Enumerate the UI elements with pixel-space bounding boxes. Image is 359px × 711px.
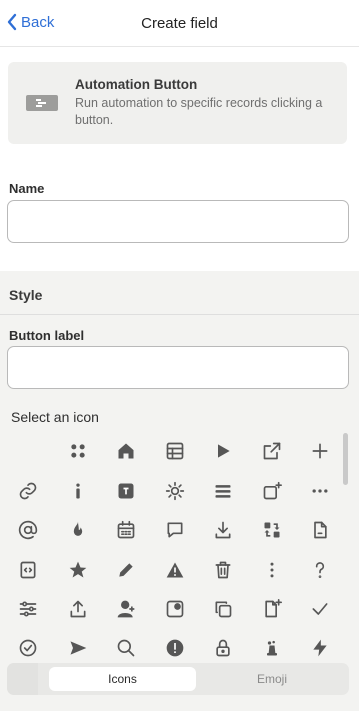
- link-icon[interactable]: [13, 476, 43, 506]
- square-record-icon[interactable]: [160, 594, 190, 624]
- divider: [0, 314, 359, 315]
- automation-button-icon: [26, 95, 58, 111]
- upload-icon[interactable]: [63, 594, 93, 624]
- user-plus-icon[interactable]: [111, 594, 141, 624]
- chat-icon[interactable]: [160, 515, 190, 545]
- download-icon[interactable]: [208, 515, 238, 545]
- calendar-icon[interactable]: [111, 515, 141, 545]
- selected-icon-preview: [7, 663, 38, 695]
- document-icon[interactable]: [305, 515, 335, 545]
- automation-description: Run automation to specific records click…: [75, 96, 323, 127]
- name-field[interactable]: [7, 200, 349, 243]
- hat-icon[interactable]: [257, 633, 287, 661]
- star-icon[interactable]: [63, 555, 93, 585]
- icon-grid-panel[interactable]: [0, 433, 359, 661]
- automation-title: Automation Button: [75, 77, 198, 92]
- fire-icon[interactable]: [63, 515, 93, 545]
- send-icon[interactable]: [63, 633, 93, 661]
- external-link-icon[interactable]: [257, 436, 287, 466]
- automation-button-card: Automation Button Run automation to spec…: [8, 62, 347, 144]
- trash-icon[interactable]: [208, 555, 238, 585]
- home-icon[interactable]: [111, 436, 141, 466]
- app-box-icon[interactable]: [111, 476, 141, 506]
- copy-icon[interactable]: [208, 594, 238, 624]
- check-icon[interactable]: [305, 594, 335, 624]
- lock-icon[interactable]: [208, 633, 238, 661]
- select-icon-label: Select an icon: [11, 409, 99, 425]
- plus-icon[interactable]: [305, 436, 335, 466]
- question-icon[interactable]: [305, 555, 335, 585]
- sliders-icon[interactable]: [13, 594, 43, 624]
- info-i-icon[interactable]: [63, 476, 93, 506]
- vertical-dots-icon[interactable]: [257, 555, 287, 585]
- icon-type-tabs: Icons Emoji: [7, 663, 349, 695]
- icon-scrollbar[interactable]: [342, 433, 348, 661]
- warning-icon[interactable]: [160, 555, 190, 585]
- bolt-icon[interactable]: [305, 633, 335, 661]
- alert-circle-icon[interactable]: [160, 633, 190, 661]
- tab-emoji[interactable]: Emoji: [199, 667, 345, 691]
- header: Back Create field: [0, 0, 359, 47]
- check-circle-icon[interactable]: [13, 633, 43, 661]
- pencil-icon[interactable]: [111, 555, 141, 585]
- play-icon[interactable]: [208, 436, 238, 466]
- more-dots-icon[interactable]: [305, 476, 335, 506]
- name-label: Name: [9, 181, 45, 196]
- style-title: Style: [9, 287, 43, 303]
- code-file-icon[interactable]: [13, 555, 43, 585]
- hamburger-icon[interactable]: [208, 476, 238, 506]
- at-icon[interactable]: [13, 515, 43, 545]
- search-icon[interactable]: [111, 633, 141, 661]
- swap-icon[interactable]: [257, 515, 287, 545]
- page-title: Create field: [141, 15, 218, 32]
- square-plus-icon[interactable]: [257, 476, 287, 506]
- table-icon[interactable]: [160, 436, 190, 466]
- tab-icons[interactable]: Icons: [49, 667, 196, 691]
- button-label-label: Button label: [9, 328, 85, 343]
- scrollbar-thumb[interactable]: [343, 433, 348, 485]
- gear-icon[interactable]: [160, 476, 190, 506]
- grid-dots-icon[interactable]: [63, 436, 93, 466]
- button-label-field[interactable]: [7, 346, 349, 389]
- document-plus-icon[interactable]: [257, 594, 287, 624]
